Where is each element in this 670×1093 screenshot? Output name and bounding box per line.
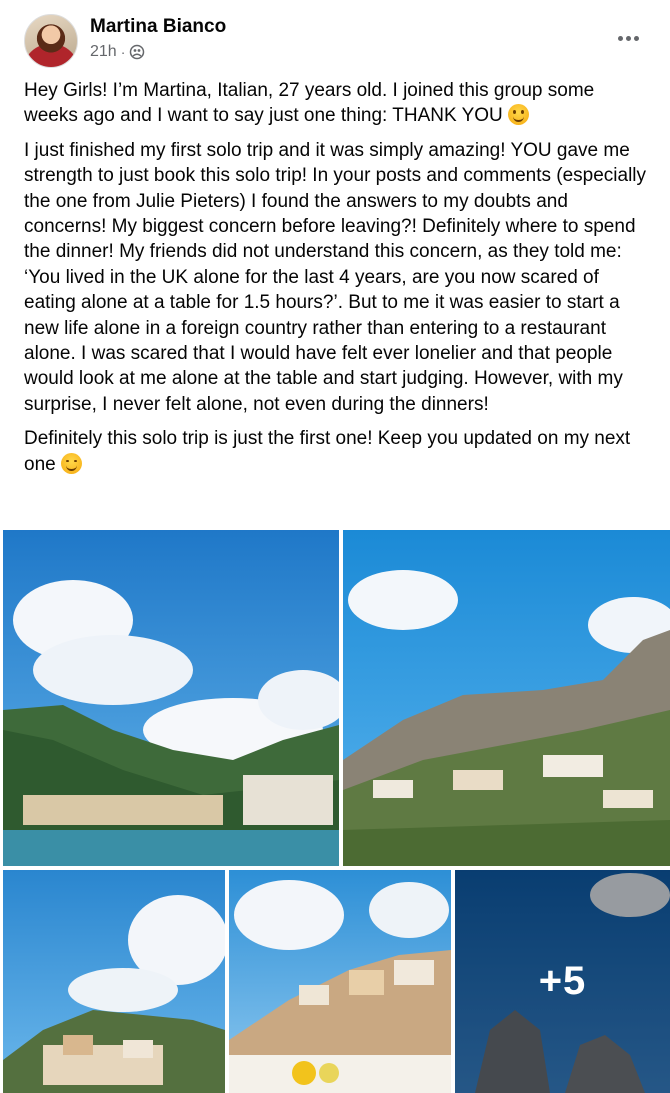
- more-options-icon[interactable]: [612, 24, 644, 52]
- post-body: Hey Girls! I’m Martina, Italian, 27 year…: [24, 78, 650, 486]
- amalfi-coast-photo[interactable]: [3, 530, 339, 866]
- post-paragraph-2: I just finished my first solo trip and i…: [24, 139, 647, 415]
- photo-gallery: +5: [0, 530, 670, 1093]
- post-paragraph-3: Definitely this solo trip is just the fi…: [24, 428, 631, 475]
- author-avatar[interactable]: [24, 14, 78, 68]
- faraglioni-rocks-photo[interactable]: +5: [455, 870, 670, 1093]
- positano-photo[interactable]: [3, 870, 225, 1093]
- post-paragraph-1: Hey Girls! I’m Martina, Italian, 27 year…: [24, 80, 595, 127]
- post-timestamp[interactable]: 21h: [90, 43, 117, 61]
- more-photos-count: +5: [538, 959, 587, 1003]
- post-header: Martina Bianco 21h ·: [24, 14, 654, 70]
- group-globe-icon[interactable]: [129, 44, 145, 60]
- post-meta: 21h ·: [90, 43, 145, 61]
- more-photos-overlay[interactable]: +5: [455, 870, 670, 1093]
- author-name[interactable]: Martina Bianco: [90, 16, 226, 38]
- winking-face-emoji: [60, 452, 82, 474]
- meta-separator: ·: [120, 44, 126, 60]
- feed-post: Martina Bianco 21h · Hey Girls! I’m Mart…: [0, 0, 670, 1093]
- cliff-village-photo[interactable]: [229, 870, 451, 1093]
- smiling-face-emoji: [508, 104, 530, 126]
- hillside-town-photo[interactable]: [343, 530, 670, 866]
